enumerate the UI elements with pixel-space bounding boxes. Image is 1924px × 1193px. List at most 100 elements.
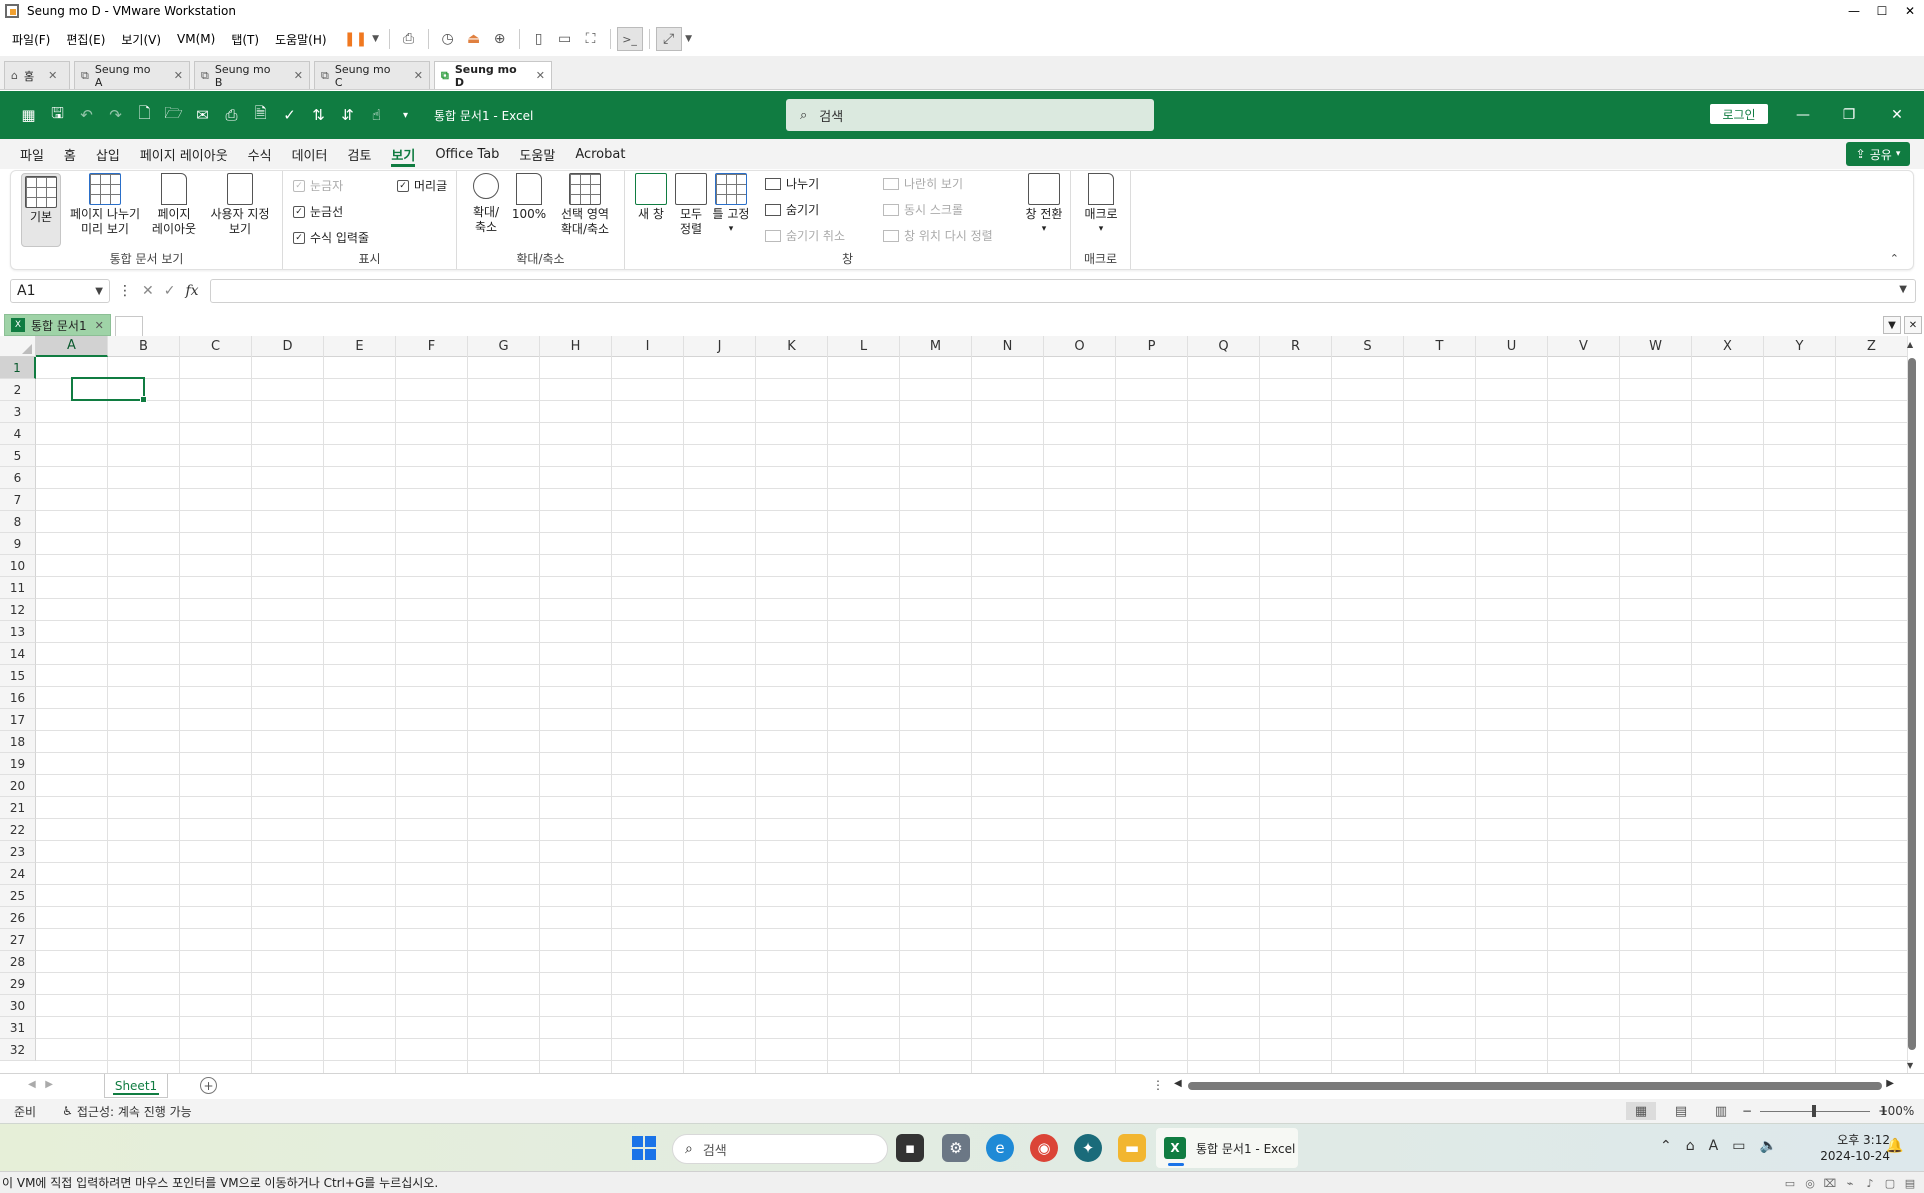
tab-help[interactable]: 도움말 [519, 139, 555, 169]
row-header[interactable]: 23 [0, 841, 36, 863]
close-icon[interactable]: ✕ [48, 69, 57, 82]
row-header[interactable]: 28 [0, 951, 36, 973]
zoom-out-icon[interactable]: − [1742, 1104, 1752, 1118]
sort-ascending-icon[interactable]: ⇅ [304, 101, 333, 129]
close-icon[interactable]: ✕ [414, 69, 423, 82]
close-icon[interactable]: ✕ [294, 69, 303, 82]
login-button[interactable]: 로그인 [1710, 104, 1768, 124]
row-header[interactable]: 30 [0, 995, 36, 1017]
full-screen-icon[interactable]: ⛶ [578, 27, 604, 51]
taskbar-excel-button[interactable]: X 통합 문서1 - Excel [1156, 1128, 1298, 1168]
more-options-icon[interactable]: ⋮ [1152, 1078, 1164, 1092]
usb-icon[interactable]: ⌂ [1686, 1138, 1695, 1154]
expand-formula-bar-icon[interactable]: ▼ [1899, 284, 1907, 295]
new-document-tab[interactable] [114, 316, 143, 336]
column-header[interactable]: K [756, 336, 828, 357]
cell-area[interactable] [36, 357, 1910, 1076]
row-header[interactable]: 20 [0, 775, 36, 797]
collapse-ribbon-icon[interactable]: ⌃ [1890, 252, 1899, 265]
column-header[interactable]: Q [1188, 336, 1260, 357]
stretch-guest-icon[interactable]: ⤢ [655, 27, 682, 51]
scroll-up-icon[interactable]: ▲ [1907, 340, 1913, 349]
column-header[interactable]: Z [1836, 336, 1908, 357]
snapshot-manager-icon[interactable]: ⊕ [487, 27, 513, 51]
column-header[interactable]: F [396, 336, 468, 357]
tab-insert[interactable]: 삽입 [96, 139, 120, 169]
zoom-to-selection-button[interactable]: 선택 영역 확대/축소 [553, 173, 617, 237]
hard-disk-icon[interactable]: ▭ [1780, 1176, 1800, 1190]
zoom-knob[interactable] [1812, 1104, 1817, 1117]
column-header[interactable]: J [684, 336, 756, 357]
row-header[interactable]: 25 [0, 885, 36, 907]
tab-view[interactable]: 보기 [391, 139, 415, 169]
insert-function-icon[interactable]: fx [185, 283, 198, 299]
tab-page-layout[interactable]: 페이지 레이아웃 [140, 139, 228, 169]
vertical-scrollbar[interactable]: ▲ ▼ [1906, 340, 1918, 1070]
row-header[interactable]: 18 [0, 731, 36, 753]
row-header[interactable]: 12 [0, 599, 36, 621]
taskbar-search-box[interactable]: ⌕ 검색 [672, 1134, 888, 1164]
column-header[interactable]: T [1404, 336, 1476, 357]
scroll-right-icon[interactable]: ▶ [1886, 1078, 1894, 1089]
row-header[interactable]: 31 [0, 1017, 36, 1039]
zoom-track[interactable] [1760, 1104, 1871, 1117]
headings-checkbox[interactable]: ✓ 머리글 [397, 177, 447, 194]
pause-icon[interactable]: ❚❚ [343, 27, 369, 51]
formula-input[interactable]: ▼ [210, 279, 1916, 303]
zoom-slider[interactable]: − + [1742, 1104, 1888, 1118]
page-layout-view-button[interactable]: 페이지 레이아웃 [149, 173, 199, 237]
row-header[interactable]: 1 [0, 357, 36, 379]
sort-descending-icon[interactable]: ⇵ [333, 101, 362, 129]
chevron-up-icon[interactable]: ⌃ [1660, 1138, 1672, 1154]
column-header[interactable]: O [1044, 336, 1116, 357]
select-all-button[interactable] [0, 336, 36, 357]
column-header[interactable]: R [1260, 336, 1332, 357]
macros-button[interactable]: 매크로 ▾ [1079, 173, 1123, 237]
reset-window-position-button[interactable]: 창 위치 다시 정렬 [883, 227, 993, 244]
more-options-icon[interactable]: ⋮ [118, 283, 132, 299]
cancel-entry-icon[interactable]: ✕ [142, 283, 154, 299]
zoom-100-button[interactable]: 100% [509, 173, 549, 222]
menu-edit[interactable]: 편집(E) [66, 31, 105, 48]
column-header[interactable]: N [972, 336, 1044, 357]
notification-bell-icon[interactable]: 🔔 [1886, 1138, 1903, 1154]
row-header[interactable]: 14 [0, 643, 36, 665]
thumbnail-bar-icon[interactable]: ▭ [552, 27, 578, 51]
column-header[interactable]: E [324, 336, 396, 357]
row-header[interactable]: 4 [0, 423, 36, 445]
normal-view-button[interactable]: 기본 [21, 173, 61, 247]
share-button[interactable]: ⇪ 공유 ▾ [1846, 142, 1910, 166]
power-dropdown-icon[interactable]: ▼ [369, 27, 383, 51]
row-header[interactable]: 24 [0, 863, 36, 885]
row-header[interactable]: 9 [0, 533, 36, 555]
redo-icon[interactable]: ↷ [101, 101, 130, 129]
column-header[interactable]: L [828, 336, 900, 357]
row-header[interactable]: 6 [0, 467, 36, 489]
row-header[interactable]: 10 [0, 555, 36, 577]
library-icon[interactable]: ▯ [526, 27, 552, 51]
row-header[interactable]: 16 [0, 687, 36, 709]
send-ctrl-alt-del-icon[interactable]: ⎙ [396, 27, 422, 51]
column-header[interactable]: Y [1764, 336, 1836, 357]
email-icon[interactable]: ✉ [188, 101, 217, 129]
zoom-button[interactable]: 확대/ 축소 [465, 173, 507, 235]
name-box[interactable]: A1 ▼ [10, 279, 110, 303]
column-header[interactable]: W [1620, 336, 1692, 357]
customize-qat-icon[interactable]: ▾ [391, 101, 420, 129]
message-log-icon[interactable]: ▤ [1900, 1176, 1920, 1190]
excel-minimize-button[interactable]: — [1788, 101, 1818, 129]
close-icon[interactable]: ✕ [536, 69, 545, 82]
ruler-checkbox[interactable]: ✓ 눈금자 [293, 177, 343, 194]
menu-vm[interactable]: VM(M) [177, 32, 215, 46]
volume-icon[interactable]: 🔈 [1759, 1138, 1776, 1154]
hide-button[interactable]: 숨기기 [765, 201, 819, 218]
tab-review[interactable]: 검토 [347, 139, 371, 169]
chrome-browser-icon[interactable]: ◉ [1030, 1134, 1058, 1162]
display-icon[interactable]: ▢ [1880, 1176, 1900, 1190]
windows-start-icon[interactable] [632, 1136, 656, 1160]
excel-close-button[interactable]: ✕ [1882, 101, 1912, 129]
add-sheet-button[interactable]: + [200, 1077, 217, 1094]
row-header[interactable]: 7 [0, 489, 36, 511]
console-view-icon[interactable]: >_ [616, 27, 643, 51]
vm-tab-seung-mo-a[interactable]: ⧉ Seung mo A ✕ [74, 61, 190, 89]
